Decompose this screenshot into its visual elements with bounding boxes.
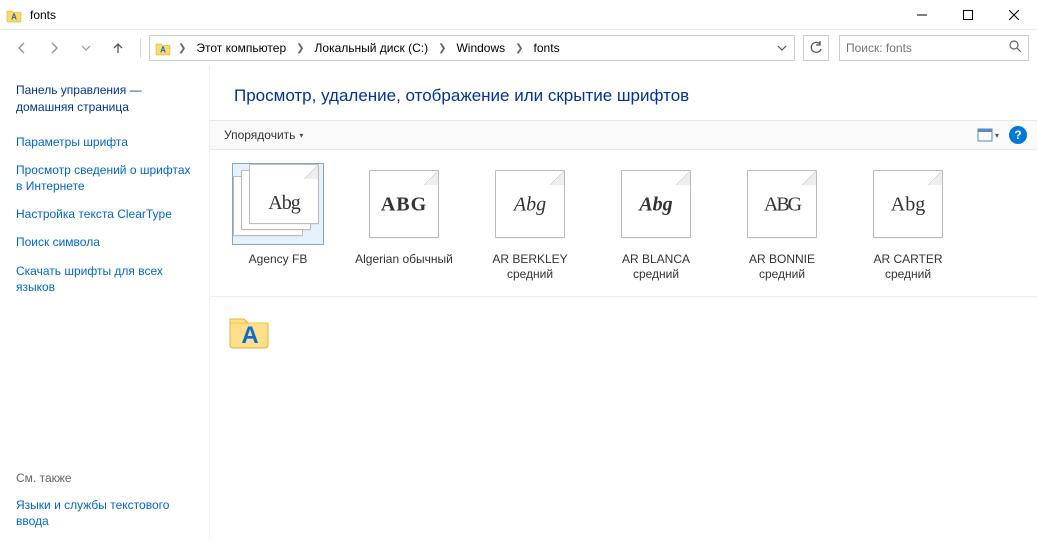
search-icon[interactable]: [1009, 40, 1022, 56]
font-name-label: AR BONNIE средний: [732, 252, 832, 282]
sidebar-link[interactable]: Поиск символа: [16, 234, 197, 250]
sidebar-link[interactable]: Настройка текста ClearType: [16, 206, 197, 222]
font-item[interactable]: Abg Agency FB: [228, 164, 328, 282]
font-item[interactable]: ABG AR BONNIE средний: [732, 164, 832, 282]
font-item[interactable]: Abg AR BLANCA средний: [606, 164, 706, 282]
chevron-right-icon[interactable]: ❯: [176, 43, 188, 54]
font-thumbnail: Abg: [233, 164, 323, 244]
address-history-button[interactable]: [772, 43, 792, 53]
font-sample: Abg: [874, 194, 942, 217]
see-also-link[interactable]: Языки и службы текстового ввода: [16, 497, 197, 529]
font-name-label: Agency FB: [228, 252, 328, 267]
view-icon: [977, 128, 993, 142]
minimize-button[interactable]: [899, 0, 945, 30]
font-sample: Abg: [249, 192, 319, 215]
chevron-right-icon[interactable]: ❯: [294, 43, 306, 54]
sidebar-link[interactable]: Скачать шрифты для всех языков: [16, 263, 197, 295]
close-button[interactable]: [991, 0, 1037, 30]
font-name-label: AR CARTER средний: [858, 252, 958, 282]
close-icon: [1009, 10, 1019, 20]
chevron-down-icon: [777, 43, 787, 53]
maximize-button[interactable]: [945, 0, 991, 30]
help-button[interactable]: ?: [1009, 126, 1027, 144]
font-item[interactable]: Abg AR BERKLEY средний: [480, 164, 580, 282]
forward-button[interactable]: [40, 34, 68, 62]
toolbar: Упорядочить ▾ ▾ ?: [210, 120, 1037, 150]
breadcrumb-item[interactable]: Локальный диск (C:): [309, 36, 435, 60]
sidebar: Панель управления — домашняя страница Па…: [0, 66, 210, 541]
font-grid: Abg Agency FB ABG Algerian обычный Abg AR BER…: [210, 150, 1037, 296]
chevron-down-icon: [81, 43, 91, 53]
font-name-label: Algerian обычный: [354, 252, 454, 267]
sidebar-link[interactable]: Параметры шрифта: [16, 134, 197, 150]
chevron-right-icon[interactable]: ❯: [513, 43, 525, 54]
search-input[interactable]: [846, 41, 1009, 55]
refresh-button[interactable]: [803, 35, 829, 61]
minimize-icon: [917, 10, 927, 20]
font-sample: Abg: [622, 194, 690, 217]
fonts-folder-icon: A: [6, 7, 22, 23]
font-thumbnail: Abg: [863, 164, 953, 244]
caret-down-icon: ▾: [995, 131, 999, 140]
chevron-right-icon[interactable]: ❯: [436, 43, 448, 54]
maximize-icon: [963, 10, 973, 20]
refresh-icon: [809, 41, 823, 55]
view-options-button[interactable]: ▾: [973, 126, 1003, 144]
arrow-left-icon: [15, 41, 29, 55]
font-thumbnail: Abg: [485, 164, 575, 244]
breadcrumb-item[interactable]: Windows: [450, 36, 511, 60]
address-bar[interactable]: A ❯ Этот компьютер ❯ Локальный диск (C:)…: [149, 35, 795, 61]
organize-label: Упорядочить: [224, 128, 295, 142]
back-button[interactable]: [8, 34, 36, 62]
font-sample: Abg: [496, 194, 564, 217]
fonts-folder-icon: A: [155, 40, 171, 56]
nav-bar: A ❯ Этот компьютер ❯ Локальный диск (C:)…: [0, 30, 1037, 66]
details-pane: A: [210, 296, 1037, 358]
svg-text:A: A: [241, 322, 258, 349]
font-sample: ABG: [748, 194, 816, 217]
organize-button[interactable]: Упорядочить ▾: [220, 126, 307, 144]
breadcrumb-item[interactable]: fonts: [528, 36, 566, 60]
see-also-label: См. также: [16, 471, 197, 485]
font-thumbnail: ABG: [359, 164, 449, 244]
control-panel-home-link[interactable]: Панель управления — домашняя страница: [16, 82, 197, 116]
main-pane: Просмотр, удаление, отображение или скры…: [210, 66, 1037, 541]
breadcrumb-item[interactable]: Этот компьютер: [190, 36, 292, 60]
app-icon: A: [0, 7, 28, 23]
arrow-right-icon: [47, 41, 61, 55]
window-title: fonts: [28, 8, 56, 22]
font-name-label: AR BLANCA средний: [606, 252, 706, 282]
up-button[interactable]: [104, 34, 132, 62]
svg-text:A: A: [11, 12, 17, 21]
font-item[interactable]: ABG Algerian обычный: [354, 164, 454, 282]
search-box[interactable]: [839, 35, 1029, 61]
font-item[interactable]: Abg AR CARTER средний: [858, 164, 958, 282]
caret-down-icon: ▾: [299, 131, 303, 140]
address-icon: A: [152, 40, 174, 56]
font-thumbnail: Abg: [611, 164, 701, 244]
recent-locations-button[interactable]: [72, 34, 100, 62]
font-name-label: AR BERKLEY средний: [480, 252, 580, 282]
separator: [140, 38, 141, 58]
sidebar-link[interactable]: Просмотр сведений о шрифтах в Интернете: [16, 162, 197, 194]
font-thumbnail: ABG: [737, 164, 827, 244]
svg-text:A: A: [160, 46, 166, 55]
font-sample: ABG: [370, 194, 438, 217]
fonts-folder-large-icon: A: [226, 305, 272, 351]
arrow-up-icon: [111, 41, 125, 55]
page-title: Просмотр, удаление, отображение или скры…: [234, 86, 1013, 106]
title-bar: A fonts: [0, 0, 1037, 30]
